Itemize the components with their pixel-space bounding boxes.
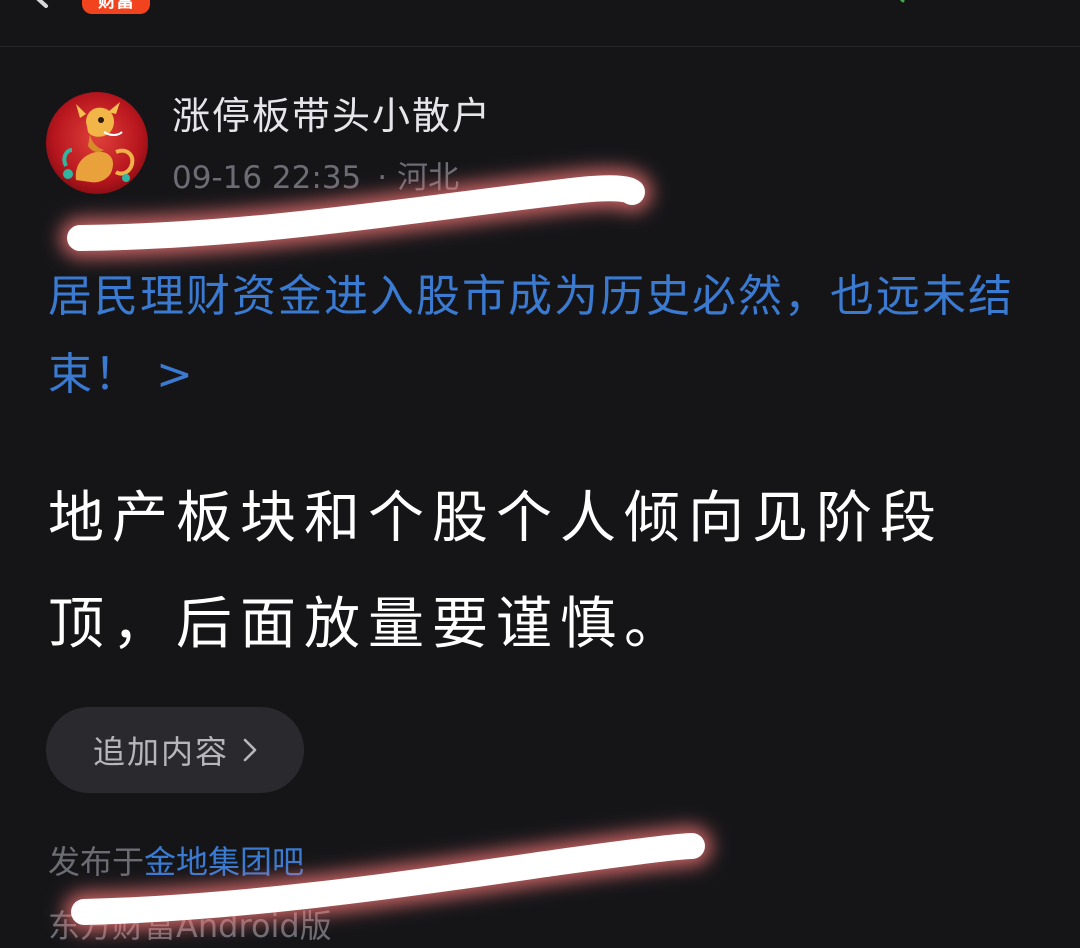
published-in: 发布于金地集团吧 <box>48 840 304 884</box>
author-avatar[interactable] <box>46 92 148 194</box>
add-content-button[interactable]: 追加内容 <box>46 707 304 793</box>
related-topic-link[interactable]: 居民理财资金进入股市成为历史必然，也远未结束！ > <box>48 258 1048 414</box>
dragon-avatar-image <box>46 92 148 194</box>
post-meta: 09-16 22:35 · 河北 <box>172 158 459 198</box>
top-bar: 财富 <box>0 0 1080 47</box>
brand-badge[interactable]: 财富 <box>82 0 150 14</box>
post-body: 地产板块和个股个人倾向见阶段顶，后面放量要谨慎。 <box>48 486 944 657</box>
brand-badge-text: 财富 <box>98 0 134 12</box>
published-prefix: 发布于 <box>48 843 145 881</box>
chevron-right-icon <box>243 738 257 762</box>
post-time: 09-16 22:35 <box>172 160 362 196</box>
client-source: 东方财富Android版 <box>48 907 332 945</box>
meta-separator: · <box>377 160 388 196</box>
back-arrow-icon[interactable] <box>30 0 52 8</box>
add-content-label: 追加内容 <box>92 733 229 771</box>
search-icon[interactable] <box>882 0 906 8</box>
post-location: 河北 <box>397 160 460 196</box>
forum-link[interactable]: 金地集团吧 <box>144 843 304 881</box>
author-name[interactable]: 涨停板带头小散户 <box>172 92 492 140</box>
